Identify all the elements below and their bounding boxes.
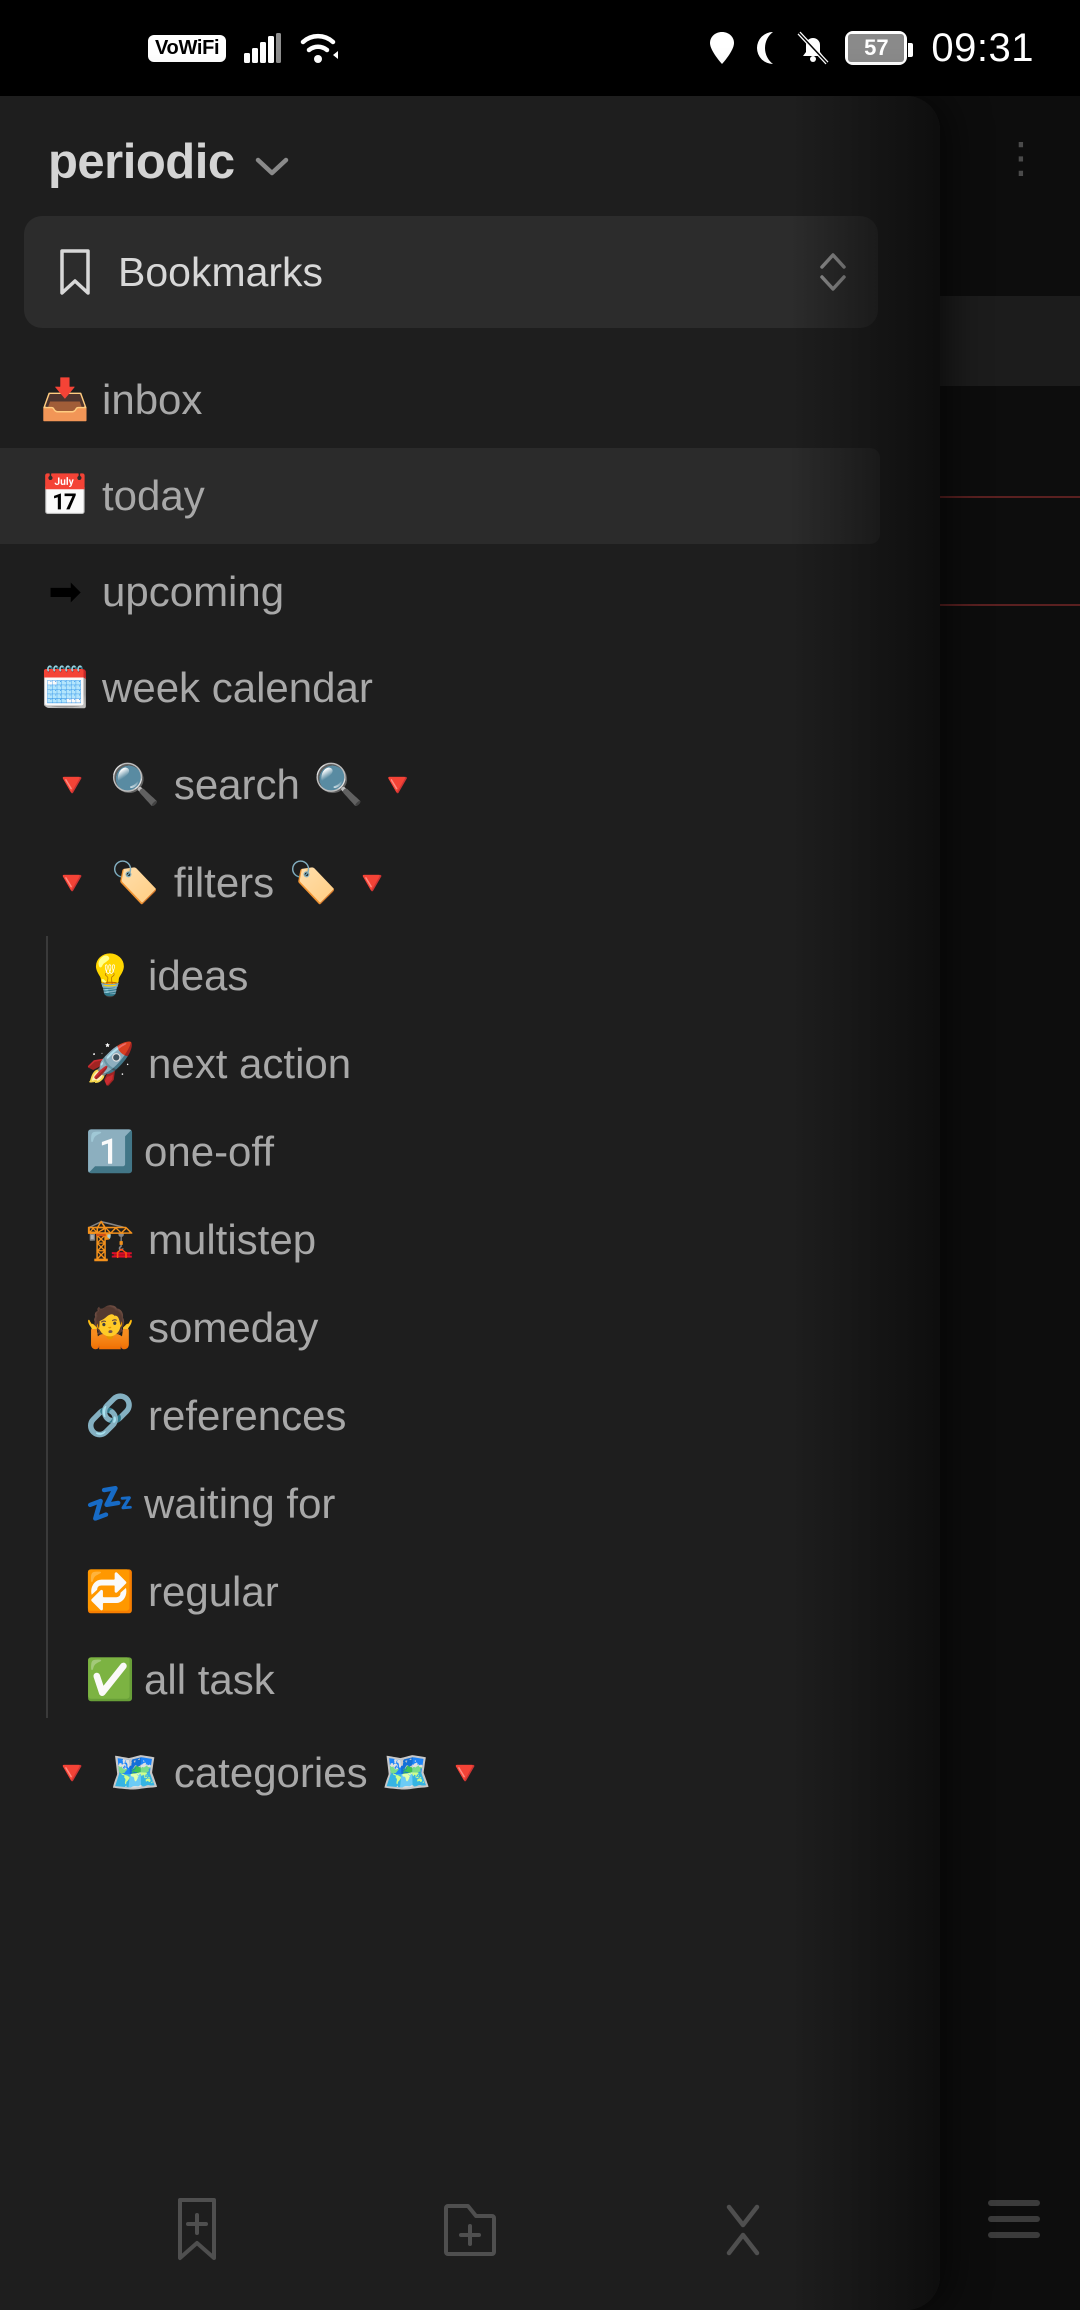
filter-item-label: multistep (148, 1216, 317, 1263)
status-bar-right: 57 09:31 (709, 26, 1034, 71)
filter-item-references[interactable]: 🔗 references (0, 1372, 940, 1460)
filter-item-label: regular (148, 1568, 279, 1615)
bookmarks-label: Bookmarks (118, 248, 324, 295)
cellular-signal-icon (244, 33, 282, 63)
zzz-sleep-icon: 💤 (85, 1481, 135, 1527)
more-options-icon[interactable]: ⋮ (1000, 136, 1042, 178)
person-shrugging-icon: 🤷 (85, 1305, 135, 1351)
bookmarks-select[interactable]: Bookmarks (24, 216, 878, 328)
filter-item-waiting-for[interactable]: 💤 waiting for (0, 1460, 940, 1548)
navigation-drawer: periodic Bookmarks 📥 inbox 📅 today ➡ upc… (0, 96, 940, 2310)
filter-item-label: references (148, 1392, 347, 1439)
lightbulb-icon: 💡 (85, 953, 135, 999)
chevron-down-icon[interactable] (255, 156, 289, 178)
right-arrow-icon: ➡ (48, 569, 82, 615)
keycap-one-icon: 1️⃣ (85, 1129, 135, 1175)
triangle-down-icon: 🔻 (445, 1754, 486, 1792)
nav-item-upcoming[interactable]: ➡ upcoming (0, 544, 940, 640)
filter-item-someday[interactable]: 🤷 someday (0, 1284, 940, 1372)
location-pin-icon (709, 31, 735, 65)
triangle-down-icon: 🔻 (377, 766, 418, 804)
filters-children: 💡 ideas 🚀 next action 1️⃣ one-off 🏗️ mul… (0, 932, 940, 1724)
filter-item-label: next action (148, 1040, 352, 1087)
calendar-icon: 📅 (40, 473, 90, 519)
construction-crane-icon: 🏗️ (85, 1217, 135, 1263)
repeat-icon: 🔁 (85, 1569, 135, 1615)
magnifying-glass-icon: 🔍 (313, 762, 364, 808)
new-folder-icon[interactable] (333, 2198, 606, 2262)
section-label: search (173, 761, 300, 808)
section-label: filters (173, 859, 275, 906)
bell-muted-icon (797, 31, 829, 65)
triangle-down-icon: 🔻 (52, 766, 92, 804)
section-label: categories (173, 1749, 368, 1796)
bookmarks-row: Bookmarks (0, 216, 940, 328)
nav-item-label: week calendar (102, 664, 373, 711)
spiral-calendar-icon: 🗓️ (40, 665, 90, 711)
triangle-down-icon: 🔻 (52, 864, 92, 902)
rocket-icon: 🚀 (85, 1041, 135, 1087)
collapse-all-icon[interactable] (607, 2199, 880, 2261)
up-down-chevrons-icon[interactable] (818, 250, 848, 294)
filter-item-label: all task (144, 1656, 275, 1703)
filter-item-label: someday (148, 1304, 319, 1351)
filter-item-regular[interactable]: 🔁 regular (0, 1548, 940, 1636)
drawer-footer-toolbar (0, 2160, 940, 2310)
world-map-icon: 🗺️ (110, 1750, 160, 1796)
section-header-search[interactable]: 🔻 🔍 search 🔍 🔻 (0, 736, 940, 834)
filter-item-label: waiting for (144, 1480, 336, 1527)
link-chain-icon: 🔗 (85, 1393, 135, 1439)
nav-item-inbox[interactable]: 📥 inbox (0, 352, 940, 448)
battery-level: 57 (848, 34, 905, 62)
triangle-down-icon: 🔻 (351, 864, 392, 902)
filter-item-multistep[interactable]: 🏗️ multistep (0, 1196, 940, 1284)
nav-item-label: upcoming (102, 568, 285, 615)
filter-item-next-action[interactable]: 🚀 next action (0, 1020, 940, 1108)
nav-item-week-calendar[interactable]: 🗓️ week calendar (0, 640, 940, 736)
nav-item-label: today (102, 472, 205, 519)
triangle-down-icon: 🔻 (52, 1754, 92, 1792)
section-header-categories[interactable]: 🔻 🗺️ categories 🗺️ 🔻 (0, 1724, 940, 1822)
filter-item-ideas[interactable]: 💡 ideas (0, 932, 940, 1020)
vowifi-icon: VoWiFi (148, 34, 227, 62)
magnifying-glass-icon: 🔍 (110, 762, 160, 808)
menu-icon[interactable] (988, 2200, 1040, 2238)
vault-name: periodic (48, 135, 235, 189)
battery-icon: 57 (845, 31, 914, 65)
new-note-bookmark-icon[interactable] (60, 2195, 333, 2265)
phone-screen: VoWiFi 57 09:31 ⋮ periodic Bookmarks 📥 i… (0, 0, 1080, 2310)
crescent-moon-icon (751, 31, 781, 65)
bookmark-icon (58, 248, 92, 296)
status-bar-clock: 09:31 (931, 25, 1034, 70)
inbox-tray-icon: 📥 (40, 377, 90, 423)
filter-item-label: one-off (144, 1128, 274, 1175)
nav-item-today[interactable]: 📅 today (0, 448, 880, 544)
filter-item-label: ideas (148, 952, 249, 999)
section-header-filters[interactable]: 🔻 🏷️ filters 🏷️ 🔻 (0, 834, 940, 932)
filter-item-all-task[interactable]: ✅ all task (0, 1636, 940, 1724)
status-bar: VoWiFi 57 09:31 (0, 0, 1080, 96)
wifi-calling-icon (300, 31, 342, 65)
label-tag-icon: 🏷️ (110, 860, 160, 906)
status-bar-left: VoWiFi (148, 31, 342, 65)
vault-switcher[interactable]: periodic (0, 96, 940, 216)
check-mark-icon: ✅ (85, 1657, 135, 1703)
nav-item-label: inbox (102, 376, 203, 423)
navigation-list: 📥 inbox 📅 today ➡ upcoming 🗓️ week calen… (0, 352, 940, 2160)
world-map-icon: 🗺️ (381, 1750, 432, 1796)
label-tag-icon: 🏷️ (288, 860, 338, 906)
filter-item-one-off[interactable]: 1️⃣ one-off (0, 1108, 940, 1196)
